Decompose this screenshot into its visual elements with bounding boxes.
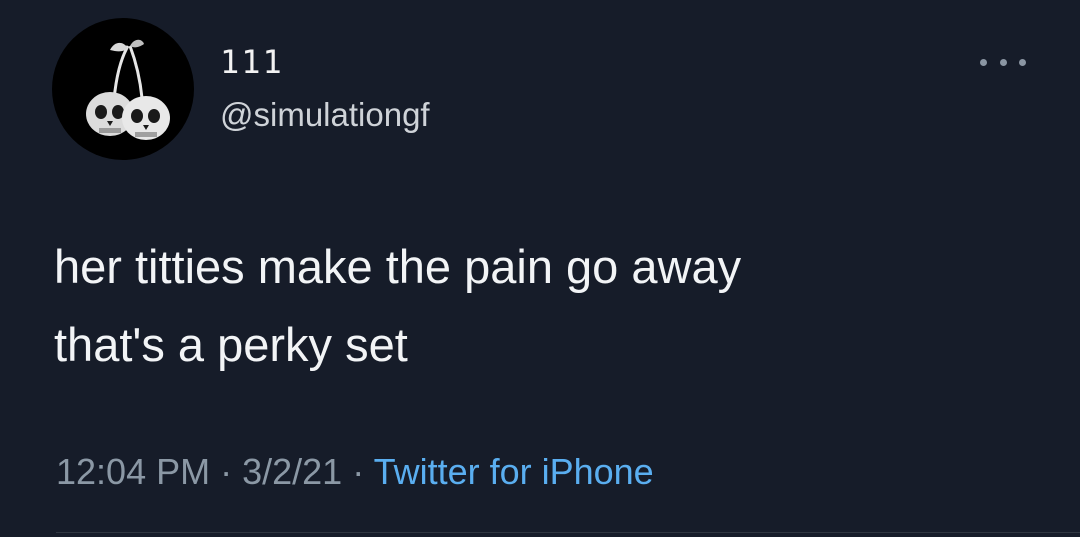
avatar[interactable] [52,18,194,160]
tweet-source-link[interactable]: Twitter for iPhone [374,451,654,492]
dot-icon [999,58,1007,66]
tweet-time[interactable]: 12:04 PM [56,451,210,492]
meta-separator: · [352,451,374,492]
more-options-icon[interactable] [980,50,1026,74]
tweet-text-line: that's a perky set [54,318,408,371]
meta-separator: · [220,451,243,492]
dot-icon [1019,58,1026,66]
tweet-text: her titties make the pain go away that's… [54,228,1054,384]
display-name[interactable]: 111 [220,44,284,80]
tweet-meta: 12:04 PM · 3/2/21 · Twitter for iPhone [56,448,654,496]
dot-icon [980,58,987,66]
tweet-date[interactable]: 3/2/21 [242,451,342,492]
user-handle[interactable]: @simulationgf [220,95,430,135]
tweet-card: 111 @simulationgf her titties make the p… [0,0,1080,537]
skull-cherries-icon [86,39,170,140]
tweet-text-line: her titties make the pain go away [54,240,742,293]
divider [56,532,1080,533]
